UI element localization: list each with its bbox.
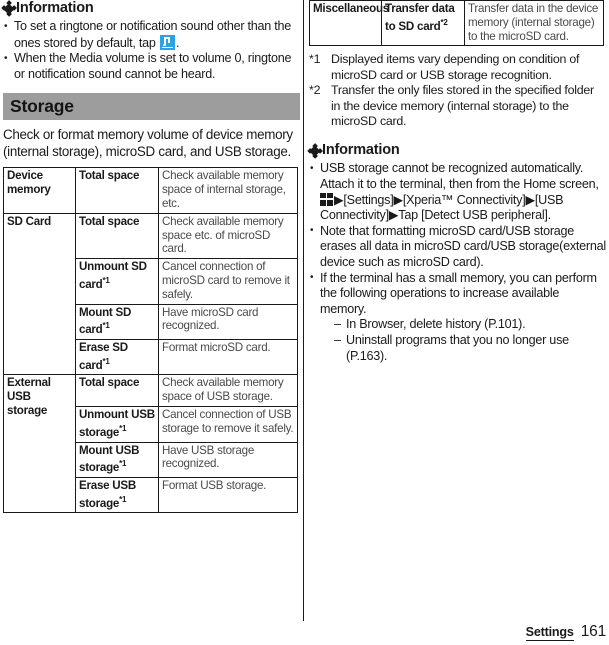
list-item: In Browser, delete history (P.101). <box>334 317 606 333</box>
list-item: Uninstall programs that you no longer us… <box>334 333 606 364</box>
page-number: 161 <box>580 623 606 640</box>
cell-description: Check available memory space of internal… <box>158 167 298 214</box>
footnote: *1 Displayed items vary depending on con… <box>309 52 606 83</box>
cell-item: Erase SD card*1 <box>75 338 159 376</box>
cell-item: Unmount SD card*1 <box>75 258 159 305</box>
table-row: External USB storage Total space Check a… <box>3 374 298 514</box>
information-heading-2: Information <box>306 142 606 159</box>
table-row: SD Card Total space Check available memo… <box>3 212 298 376</box>
manual-page: Information To set a ringtone or notific… <box>0 0 609 645</box>
cell-category: SD Card <box>3 212 76 376</box>
cell-category: Device memory <box>3 167 76 214</box>
cell-item: Mount SD card*1 <box>75 303 159 341</box>
footnote: *2 Transfer the only files stored in the… <box>309 83 606 129</box>
storage-intro-text: Check or format memory volume of device … <box>3 127 293 160</box>
cell-category: External USB storage <box>3 374 76 514</box>
cell-item: Unmount USB storage*1 <box>75 406 159 443</box>
list-item: If the terminal has a small memory, you … <box>309 270 606 365</box>
footer-section-label: Settings <box>525 625 574 641</box>
cell-description: Have microSD card recognized. <box>158 303 298 341</box>
list-item: USB storage cannot be recognized automat… <box>309 161 606 223</box>
cell-description: Format microSD card. <box>158 338 298 376</box>
cell-item: Total space <box>75 374 159 408</box>
table-row: Miscellaneous Transfer data to SD card*2… <box>309 0 604 47</box>
footnote-text: Transfer the only files stored in the sp… <box>331 83 594 129</box>
information-2-bullet-list: USB storage cannot be recognized automat… <box>309 161 606 364</box>
right-column: Miscellaneous Transfer data to SD card*2… <box>306 0 606 364</box>
cell-description: Transfer data in the device memory (inte… <box>464 0 604 47</box>
cell-description: Check available memory space of USB stor… <box>158 374 298 408</box>
footnote-mark: *1 <box>309 52 321 67</box>
usb-storage-note-part1: USB storage cannot be recognized automat… <box>320 161 599 192</box>
music-note-icon <box>159 34 175 50</box>
cell-description: Format USB storage. <box>158 476 298 514</box>
cell-item-label: Erase USB storage <box>79 478 137 510</box>
list-item: Note that formatting microSD card/USB st… <box>309 223 606 271</box>
diamond-bullet-icon <box>306 142 324 159</box>
footnote-marker: *1 <box>102 275 110 285</box>
cell-item-label: Total space <box>79 376 140 390</box>
diamond-bullet-icon <box>0 0 18 17</box>
storage-settings-table-continued: Miscellaneous Transfer data to SD card*2… <box>309 0 604 47</box>
cell-item: Total space <box>75 212 159 260</box>
section-heading-storage: Storage <box>3 93 300 121</box>
information-heading-2-label: Information <box>322 142 400 159</box>
footnote-list: *1 Displayed items vary depending on con… <box>309 52 606 129</box>
usb-storage-note-part2: ▶[Settings]▶[Xperia™ Connectivity]▶[USB … <box>320 192 564 223</box>
footnote-text: Displayed items vary depending on condit… <box>331 52 580 82</box>
information-heading-1-label: Information <box>16 0 94 16</box>
footnote-marker: *1 <box>119 459 127 469</box>
left-column: Information To set a ringtone or notific… <box>0 0 300 514</box>
cell-description: Cancel connection of USB storage to remo… <box>158 406 298 443</box>
cell-item-label: Total space <box>79 214 140 228</box>
cell-description: Cancel connection of microSD card to rem… <box>158 258 298 305</box>
storage-settings-table: Device memory Total space Check availabl… <box>3 167 298 514</box>
footnote-mark: *2 <box>309 83 321 98</box>
footnote-marker: *1 <box>102 321 110 331</box>
footnote-marker: *1 <box>119 494 127 504</box>
cell-description: Check available memory space etc. of mic… <box>158 212 298 260</box>
information-1-bullet-list: To set a ringtone or notification sound … <box>3 18 300 82</box>
app-drawer-grid-icon <box>320 192 333 206</box>
cell-description: Have USB storage recognized. <box>158 441 298 478</box>
list-item: When the Media volume is set to volume 0… <box>3 51 300 82</box>
cell-category: Miscellaneous <box>309 0 389 47</box>
cell-item: Erase USB storage*1 <box>75 476 159 514</box>
page-footer: Settings 161 <box>525 623 606 641</box>
cell-item-label: Mount USB storage <box>79 443 140 475</box>
cell-item: Transfer data to SD card*2 <box>381 0 465 47</box>
table-row: Device memory Total space Check availabl… <box>3 167 298 214</box>
footnote-marker: *1 <box>102 356 110 366</box>
footnote-marker: *1 <box>119 423 127 433</box>
column-divider <box>303 0 304 621</box>
ringtone-tip-text-end: . <box>175 35 180 50</box>
section-heading-label: Storage <box>10 96 74 117</box>
cell-item: Mount USB storage*1 <box>75 441 159 478</box>
list-item: To set a ringtone or notification sound … <box>3 18 300 51</box>
cell-item-label: Unmount USB storage <box>79 408 155 439</box>
ringtone-tip-text: To set a ringtone or notification sound … <box>14 19 292 50</box>
memory-tips-sublist: In Browser, delete history (P.101). Unin… <box>320 317 606 364</box>
cell-item-label: Total space <box>79 169 140 183</box>
footnote-marker: *2 <box>440 17 448 27</box>
cell-item: Total space <box>75 167 159 214</box>
cell-item-label: Unmount SD card <box>79 260 147 291</box>
small-memory-note: If the terminal has a small memory, you … <box>320 270 597 316</box>
information-heading-1: Information <box>0 0 300 17</box>
